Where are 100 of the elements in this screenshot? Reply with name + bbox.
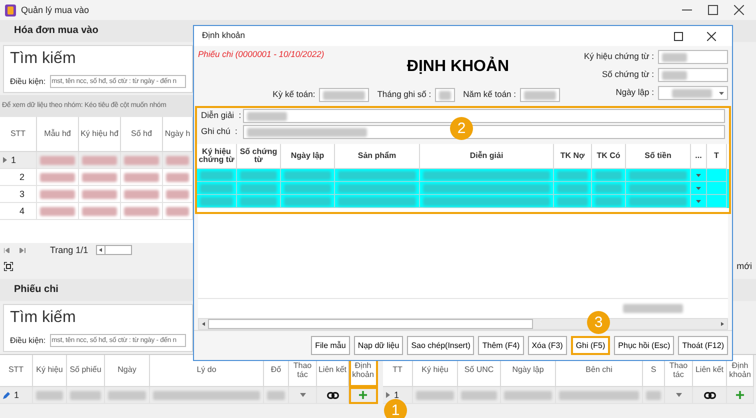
redacted-value xyxy=(200,196,233,206)
page-indicator: Trang 1/1 xyxy=(50,244,88,256)
dropdown-caret-icon[interactable] xyxy=(696,186,701,190)
field-label: Tháng ghi số : xyxy=(377,90,432,100)
row-number: 1 xyxy=(14,390,20,400)
row-number: 1 xyxy=(394,390,400,400)
link-icon[interactable] xyxy=(326,392,338,398)
text-field[interactable] xyxy=(658,50,728,64)
document-source: Phiếu chi (0000001 - 10/10/2022) xyxy=(198,50,326,60)
redacted-value xyxy=(595,184,622,192)
toolbar-button[interactable]: Nạp dữ liệu xyxy=(354,336,404,355)
redacted-value xyxy=(439,90,452,100)
horizontal-scrollbar[interactable] xyxy=(198,318,728,330)
link-icon[interactable] xyxy=(704,392,716,398)
row-number: 4 xyxy=(19,206,24,216)
column-header[interactable]: Diễn giải xyxy=(420,144,554,169)
redacted-value xyxy=(284,184,331,192)
column-header[interactable]: Định khoản xyxy=(727,355,754,387)
app-icon xyxy=(4,4,17,16)
maximize-icon[interactable] xyxy=(708,5,718,15)
redacted-value xyxy=(595,170,622,180)
redacted-value xyxy=(416,390,454,400)
caret-icon[interactable] xyxy=(300,393,306,397)
redacted-value xyxy=(524,90,556,100)
redacted-value xyxy=(124,156,159,164)
plus-icon[interactable] xyxy=(359,391,367,399)
dropdown-caret-icon[interactable] xyxy=(696,200,701,202)
column-header[interactable]: STT xyxy=(0,117,37,152)
window-title: Quản lý mua vào xyxy=(21,4,90,16)
text-field[interactable] xyxy=(319,88,370,102)
text-field[interactable] xyxy=(435,88,456,102)
column-header[interactable]: T xyxy=(707,144,727,169)
toolbar-button[interactable]: Phục hồi (Esc) xyxy=(614,336,674,355)
maximize-icon[interactable] xyxy=(674,32,683,40)
redacted-value xyxy=(240,184,277,192)
dropdown-field[interactable] xyxy=(658,86,728,100)
redacted-value xyxy=(623,304,683,313)
section-title: Hóa đơn mua vào xyxy=(14,25,98,37)
column-header[interactable]: Sản phẩm xyxy=(335,144,420,169)
last-page-icon[interactable] xyxy=(19,248,26,252)
column-header[interactable]: STT xyxy=(0,355,33,387)
column-header[interactable]: Ngày lập xyxy=(281,144,335,169)
redacted-value xyxy=(70,390,101,400)
column-header[interactable]: TK Nợ xyxy=(554,144,592,169)
column-header[interactable]: Ngày xyxy=(105,355,150,387)
row-number: 1 xyxy=(11,154,16,166)
new-label: mới xyxy=(736,260,752,272)
redacted-value xyxy=(323,90,366,100)
row-number: 3 xyxy=(19,188,24,200)
redacted-value xyxy=(461,390,497,400)
first-page-icon[interactable] xyxy=(4,248,11,252)
toolbar-button[interactable]: File mẫu xyxy=(311,336,350,355)
toolbar-button[interactable]: Xóa (F3) xyxy=(528,336,567,355)
redacted-value xyxy=(82,156,117,164)
scrollbar-thumb[interactable] xyxy=(208,319,533,329)
redacted-value xyxy=(595,196,622,206)
redacted-value xyxy=(124,206,159,216)
column-header[interactable]: Ký hiệu xyxy=(33,355,67,387)
field-label: Điều kiện: xyxy=(10,336,46,346)
redacted-value xyxy=(504,390,552,400)
column-header[interactable]: Số chứng từ xyxy=(237,144,281,169)
close-icon[interactable] xyxy=(707,32,716,40)
field-label: Điều kiện: xyxy=(10,76,46,86)
redacted-value xyxy=(200,170,233,180)
row-number: 2 xyxy=(19,172,24,182)
column-header[interactable]: Ký hiệu hđ xyxy=(79,117,121,152)
caret-icon[interactable] xyxy=(676,393,682,397)
column-header[interactable]: Ký hiệu chứng từ xyxy=(197,144,237,169)
text-field[interactable] xyxy=(243,109,725,123)
redacted-value xyxy=(166,190,189,198)
column-header[interactable]: Mẫu hđ xyxy=(37,117,79,152)
redacted-value xyxy=(557,170,588,180)
toolbar-button[interactable]: Thoát (F12) xyxy=(678,336,728,355)
text-field[interactable] xyxy=(658,68,728,82)
text-field[interactable] xyxy=(520,88,560,102)
close-icon[interactable] xyxy=(734,5,744,15)
column-header[interactable]: Số phiếu xyxy=(67,355,105,387)
redacted-value xyxy=(557,196,588,206)
redacted-value xyxy=(166,172,189,182)
redacted-value xyxy=(82,190,117,198)
dialog-title: Định khoản xyxy=(202,31,246,41)
redacted-value xyxy=(284,196,331,206)
toolbar-button[interactable]: Ghi (F5) xyxy=(570,336,610,355)
toolbar-button[interactable]: Sao chép(Insert) xyxy=(407,336,474,355)
dropdown-caret-icon[interactable] xyxy=(696,174,701,176)
column-header[interactable]: TK Có xyxy=(592,144,626,169)
redacted-value xyxy=(284,170,331,180)
expand-icon[interactable] xyxy=(4,262,13,270)
redacted-value xyxy=(40,156,75,164)
redacted-value xyxy=(662,52,687,62)
plus-icon[interactable] xyxy=(736,391,744,399)
redacted-value xyxy=(108,390,146,400)
column-header[interactable]: ... xyxy=(691,144,707,169)
field-label: Ghi chú : xyxy=(201,127,238,137)
column-header[interactable]: Số tiền xyxy=(626,144,691,169)
redacted-value xyxy=(629,170,687,180)
column-header[interactable]: Ngày h xyxy=(163,117,193,152)
toolbar-button[interactable]: Thêm (F4) xyxy=(478,336,524,355)
column-header[interactable]: Số hđ xyxy=(121,117,163,152)
redacted-value xyxy=(267,390,285,400)
